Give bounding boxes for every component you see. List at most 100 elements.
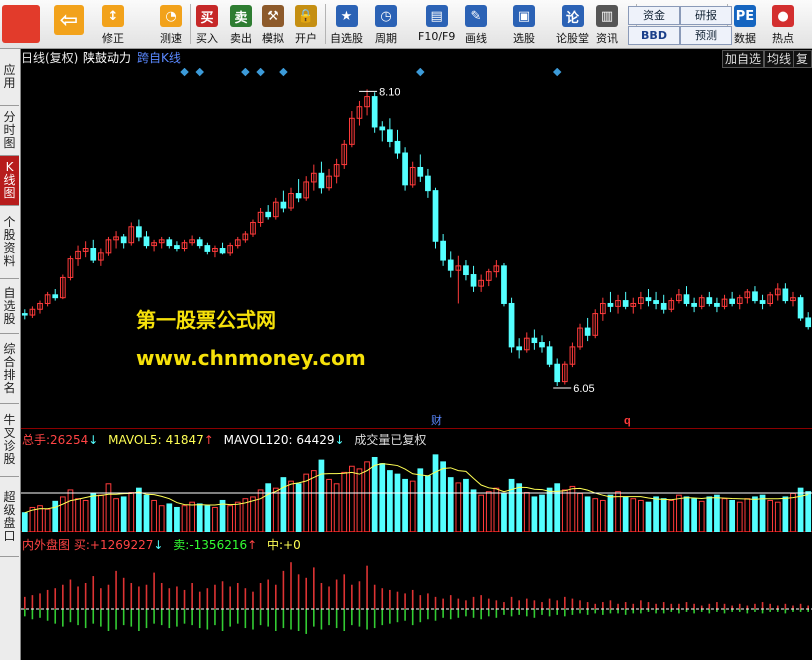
indicator-name[interactable]: 跨自K线 bbox=[137, 50, 181, 67]
io-buy-bar bbox=[602, 602, 604, 609]
pe-data-button[interactable]: PE 数据 bbox=[734, 3, 756, 47]
f10-info-icon: ▤ bbox=[425, 5, 448, 27]
candle-body bbox=[691, 302, 697, 307]
speed-test-button[interactable]: ◔ 测速 bbox=[160, 3, 182, 47]
io-sell-bar bbox=[130, 609, 133, 627]
io-sell-bar bbox=[609, 609, 612, 614]
io-buy-bar bbox=[723, 603, 726, 609]
io-buy-bar bbox=[769, 603, 771, 609]
sidebar-tab-ranking[interactable]: 综合排名 bbox=[0, 334, 19, 404]
io-sell-bar bbox=[84, 609, 87, 629]
lock-button[interactable]: 🔒 开户 bbox=[295, 3, 317, 47]
io-sell-bar bbox=[221, 609, 224, 631]
io-buy-bar bbox=[480, 595, 482, 609]
candle-body bbox=[706, 297, 713, 304]
io-buy-bar bbox=[792, 605, 794, 609]
buy-button[interactable]: 买买入 bbox=[196, 3, 218, 47]
io-buy-bar bbox=[236, 583, 239, 609]
io-sell-bar bbox=[465, 609, 467, 617]
io-sell-bar bbox=[313, 609, 315, 627]
grid-logo-button[interactable] bbox=[2, 3, 40, 47]
io-buy-bar bbox=[716, 602, 718, 609]
f10-info-button[interactable]: ▤ F10/F9 bbox=[418, 3, 455, 47]
volume-bar bbox=[508, 478, 515, 532]
grid-logo-icon bbox=[2, 5, 40, 43]
io-sell-bar bbox=[525, 609, 528, 617]
volume-bar bbox=[440, 461, 446, 532]
io-sell-bar bbox=[723, 609, 726, 614]
io-buy-bar bbox=[259, 583, 262, 609]
volume-bar bbox=[394, 473, 401, 532]
period-button[interactable]: ◷ 周期 bbox=[375, 3, 397, 47]
io-buy-bar bbox=[351, 584, 353, 609]
io-sell-bar bbox=[594, 609, 597, 614]
quick-pill-button[interactable]: 研报 bbox=[680, 6, 732, 25]
io-buy-bar bbox=[335, 579, 338, 609]
io-sell-bar bbox=[579, 609, 581, 614]
io-buy-bar bbox=[700, 605, 703, 609]
restore-rights-button[interactable]: 复权 bbox=[793, 50, 812, 82]
io-buy-bar bbox=[290, 562, 292, 609]
simulate-button[interactable]: ⚒ 模拟 bbox=[262, 3, 284, 47]
io-sell-bar bbox=[678, 609, 680, 614]
inner-outer-chart[interactable] bbox=[21, 553, 812, 657]
candle-body bbox=[584, 327, 591, 336]
io-sell-bar bbox=[69, 609, 72, 623]
sell-button[interactable]: 卖卖出 bbox=[230, 3, 252, 47]
io-buy-bar bbox=[670, 603, 673, 609]
candle-body bbox=[120, 236, 127, 244]
add-watchlist-button[interactable]: 加自选 bbox=[722, 50, 765, 68]
io-buy-bar bbox=[229, 586, 231, 609]
io-buy-bar bbox=[799, 603, 802, 609]
io-sell-bar bbox=[617, 609, 619, 614]
sidebar-tab-stock-profile[interactable]: 个股资料 bbox=[0, 206, 19, 279]
back-arrow-button[interactable]: ⇦ bbox=[54, 3, 84, 47]
volume-bar bbox=[166, 503, 173, 532]
volume-chart[interactable] bbox=[21, 447, 812, 532]
sidebar-tab-watchlist[interactable]: 自选股 bbox=[0, 279, 19, 334]
volume-bar bbox=[425, 475, 431, 532]
io-buy-bar bbox=[419, 595, 422, 609]
volume-bar bbox=[539, 494, 545, 532]
sidebar-tab-diagnosis[interactable]: 牛叉诊股 bbox=[0, 404, 19, 477]
sidebar-tab-apps[interactable]: 应用 bbox=[0, 49, 19, 106]
toolbar-button-label: 周期 bbox=[375, 32, 397, 45]
stock-picker-icon: ▣ bbox=[513, 5, 535, 27]
chart-header: 日线(复权) 陕鼓动力 跨自K线 加自选 均线 复权 bbox=[21, 50, 812, 82]
moving-average-button[interactable]: 均线 bbox=[764, 50, 795, 68]
io-buy-bar bbox=[145, 584, 148, 609]
io-buy-bar bbox=[92, 576, 95, 609]
io-title: 内外盘图 bbox=[22, 538, 71, 552]
io-buy-bar bbox=[708, 603, 711, 609]
sidebar-tab-kline[interactable]: K线图 bbox=[0, 156, 19, 206]
period-icon: ◷ bbox=[375, 5, 397, 27]
io-sell-bar bbox=[198, 609, 201, 629]
io-buy-bar bbox=[449, 595, 452, 609]
volume-bar bbox=[21, 512, 28, 532]
quick-pill-button[interactable]: BBD bbox=[628, 26, 680, 45]
star-watchlist-button[interactable]: ★ 自选股 bbox=[330, 3, 363, 47]
sidebar-tab-intraday[interactable]: 分时图 bbox=[0, 106, 19, 156]
io-sell-bar bbox=[176, 609, 178, 627]
fix-button[interactable]: ↕ 修正 bbox=[102, 3, 124, 47]
quick-pill-button[interactable]: 资金 bbox=[628, 6, 680, 25]
io-buy-bar bbox=[328, 586, 330, 609]
news-button[interactable]: ▥ 资讯 bbox=[596, 3, 618, 47]
quick-pill-button[interactable]: 预测 bbox=[680, 26, 732, 45]
hot-button[interactable]: ● 热点 bbox=[772, 3, 794, 47]
io-buy-bar bbox=[221, 581, 224, 609]
buy-icon: 买 bbox=[196, 5, 218, 27]
stock-picker-button[interactable]: ▣ 选股 bbox=[513, 3, 535, 47]
sidebar-tab-super-quote[interactable]: 超级盘口 bbox=[0, 477, 19, 557]
forum-button[interactable]: 论论股堂 bbox=[556, 3, 589, 47]
io-buy-bar bbox=[366, 565, 368, 609]
candle-body bbox=[394, 140, 401, 154]
volume-bar bbox=[691, 498, 697, 532]
io-buy-bar bbox=[525, 598, 528, 609]
candle-body bbox=[379, 126, 386, 131]
io-buy-bar bbox=[541, 602, 543, 609]
kline-chart[interactable]: 8.10 6.05 财 q bbox=[21, 68, 812, 429]
volume-bar bbox=[752, 496, 758, 532]
draw-line-button[interactable]: ✎ 画线 bbox=[465, 3, 487, 47]
candle-body bbox=[196, 239, 203, 247]
